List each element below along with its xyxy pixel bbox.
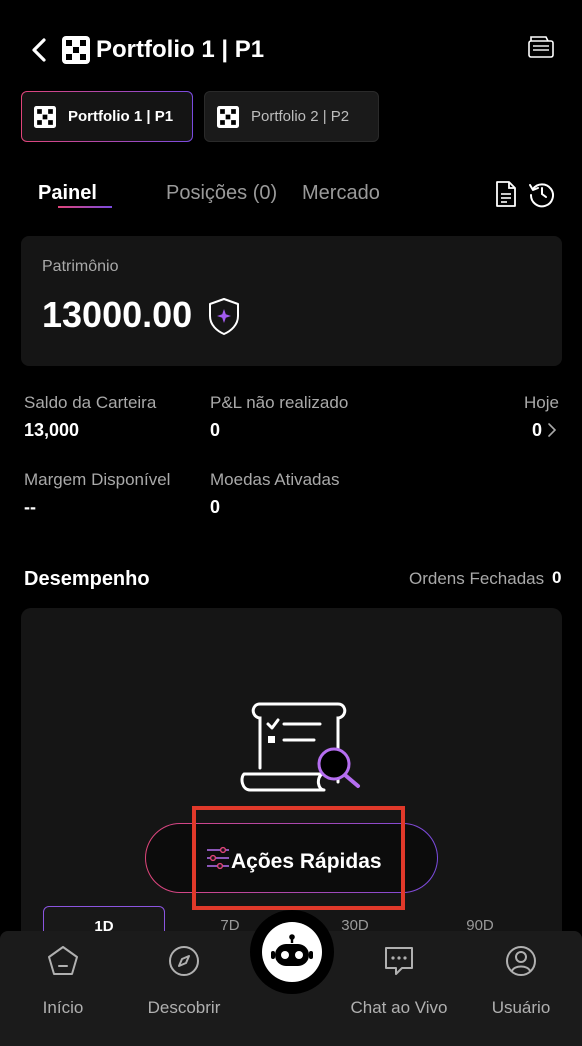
nav-item-usuario[interactable]: Usuário <box>466 940 576 1020</box>
portfolio-tab-1[interactable]: Portfolio 1 | P1 <box>21 91 193 142</box>
portfolio-tab-label: Portfolio 1 | P1 <box>68 108 174 125</box>
history-icon[interactable] <box>528 180 556 208</box>
today-value[interactable]: 0 <box>532 418 542 442</box>
okx-logo-icon <box>217 105 239 128</box>
home-icon <box>48 946 78 975</box>
chevron-right-icon[interactable] <box>545 421 559 439</box>
shield-star-icon[interactable] <box>206 296 242 336</box>
active-coins-value: 0 <box>210 497 221 517</box>
wallet-icon[interactable] <box>526 34 556 60</box>
performance-title: Desempenho <box>24 568 150 590</box>
nav-item-inicio[interactable]: Início <box>8 940 118 1020</box>
equity-value: 13000.00 <box>42 294 193 335</box>
nav-item-descobrir[interactable]: Descobrir <box>129 940 239 1020</box>
wallet-balance-value: 13,000 <box>24 420 80 440</box>
compass-icon <box>169 946 199 976</box>
robot-icon <box>271 934 313 966</box>
okx-logo-icon <box>34 105 56 128</box>
nav-label: Início <box>42 998 84 1017</box>
document-icon[interactable] <box>494 180 518 208</box>
chevron-left-icon[interactable] <box>26 36 52 64</box>
unrealized-pnl-label: P&L não realizado <box>210 393 349 412</box>
nav-label: Usuário <box>491 998 551 1017</box>
nav-label: Chat ao Vivo <box>350 998 448 1017</box>
nav-item-chat[interactable]: Chat ao Vivo <box>344 940 454 1020</box>
active-coins-label: Moedas Ativadas <box>210 470 340 489</box>
portfolio-tab-label: Portfolio 2 | P2 <box>251 108 350 125</box>
today-label: Hoje <box>524 393 559 412</box>
page-title: Portfolio 1 | P1 <box>96 36 265 63</box>
user-icon <box>506 946 536 976</box>
tab-painel[interactable]: Painel <box>38 180 97 206</box>
unrealized-pnl-value: 0 <box>210 420 221 440</box>
equity-label: Patrimônio <box>42 258 119 275</box>
available-margin-label: Margem Disponível <box>24 470 171 489</box>
available-margin-value: -- <box>24 497 36 517</box>
closed-orders-label[interactable]: Ordens Fechadas <box>409 569 544 589</box>
highlight-annotation-box <box>192 806 405 910</box>
tab-mercado[interactable]: Mercado <box>302 180 380 206</box>
closed-orders-value[interactable]: 0 <box>552 568 561 588</box>
tab-posicoes[interactable]: Posições (0) <box>166 180 277 206</box>
wallet-balance-label: Saldo da Carteira <box>24 393 157 412</box>
portfolio-tab-2[interactable]: Portfolio 2 | P2 <box>204 91 379 142</box>
nav-label: Descobrir <box>147 998 221 1017</box>
chat-icon <box>385 947 413 975</box>
tab-underline <box>58 206 112 208</box>
okx-logo-icon <box>62 36 90 64</box>
empty-document-search-icon <box>240 702 360 792</box>
